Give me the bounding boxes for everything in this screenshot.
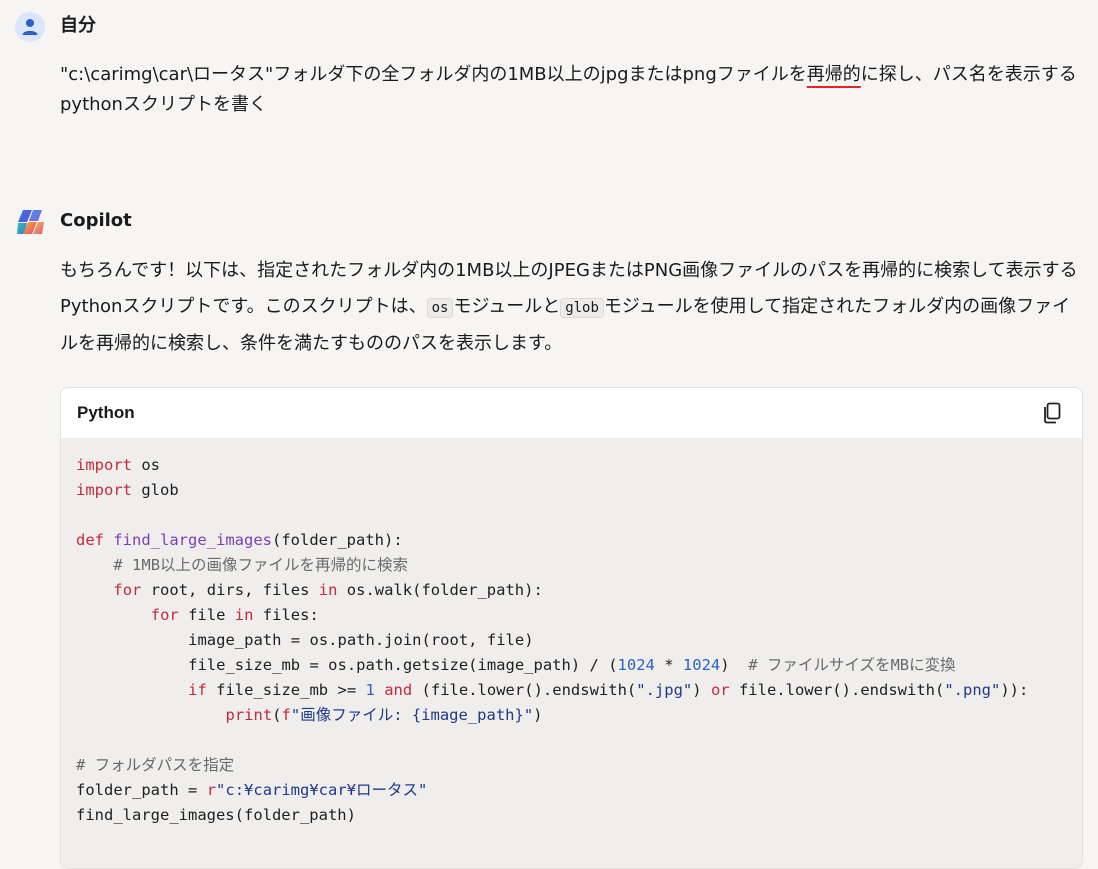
copilot-reply: もちろんです！以下は、指定されたフォルダ内の1MB以上のJPEGまたはPNG画像… <box>60 253 1080 362</box>
user-avatar <box>15 12 45 42</box>
code-line: for root, dirs, files in os.walk(folder_… <box>113 581 543 599</box>
code-line: def find_large_images(folder_path): <box>76 531 403 549</box>
copilot-logo-icon <box>17 210 44 234</box>
code-line: find_large_images(folder_path) <box>76 806 356 824</box>
reply-text-2: モジュールと <box>453 296 561 317</box>
code-line: print(f"画像ファイル: {image_path}") <box>225 706 543 724</box>
code-body: import os import glob def find_large_ima… <box>61 438 1082 868</box>
code-language-label: Python <box>77 403 135 422</box>
user-name: 自分 <box>60 15 96 36</box>
code-line: import glob <box>76 481 179 499</box>
inline-code-os: os <box>426 298 454 318</box>
user-icon <box>22 19 38 35</box>
user-message-text-1: "c:\carimg\car\ロータス"フォルダ下の全フォルダ内の1MB以上のj… <box>60 64 807 85</box>
code-block-header: Python <box>61 388 1082 438</box>
code-line: image_path = os.path.join(root, file) <box>188 631 534 649</box>
user-message-underlined: 再帰的 <box>806 64 861 85</box>
code-line: folder_path = r"c:¥carimg¥car¥ロータス" <box>76 781 428 799</box>
code-line: import os <box>76 456 161 474</box>
code-content: import os import glob def find_large_ima… <box>76 453 1067 828</box>
code-line: if file_size_mb >= 1 and (file.lower().e… <box>188 681 1029 699</box>
user-message: "c:\carimg\car\ロータス"フォルダ下の全フォルダ内の1MB以上のj… <box>60 60 1080 120</box>
code-line: # フォルダパスを指定 <box>76 756 235 774</box>
copilot-name: Copilot <box>60 210 132 231</box>
copy-code-button[interactable] <box>1038 399 1066 427</box>
code-line: # 1MB以上の画像ファイルを再帰的に検索 <box>113 556 409 574</box>
code-line: file_size_mb = os.path.getsize(image_pat… <box>188 656 956 674</box>
copy-icon <box>1044 402 1061 424</box>
code-block: Python import os import glob def find_la… <box>60 387 1083 869</box>
code-line: for file in files: <box>150 606 319 624</box>
inline-code-glob: glob <box>560 298 604 318</box>
